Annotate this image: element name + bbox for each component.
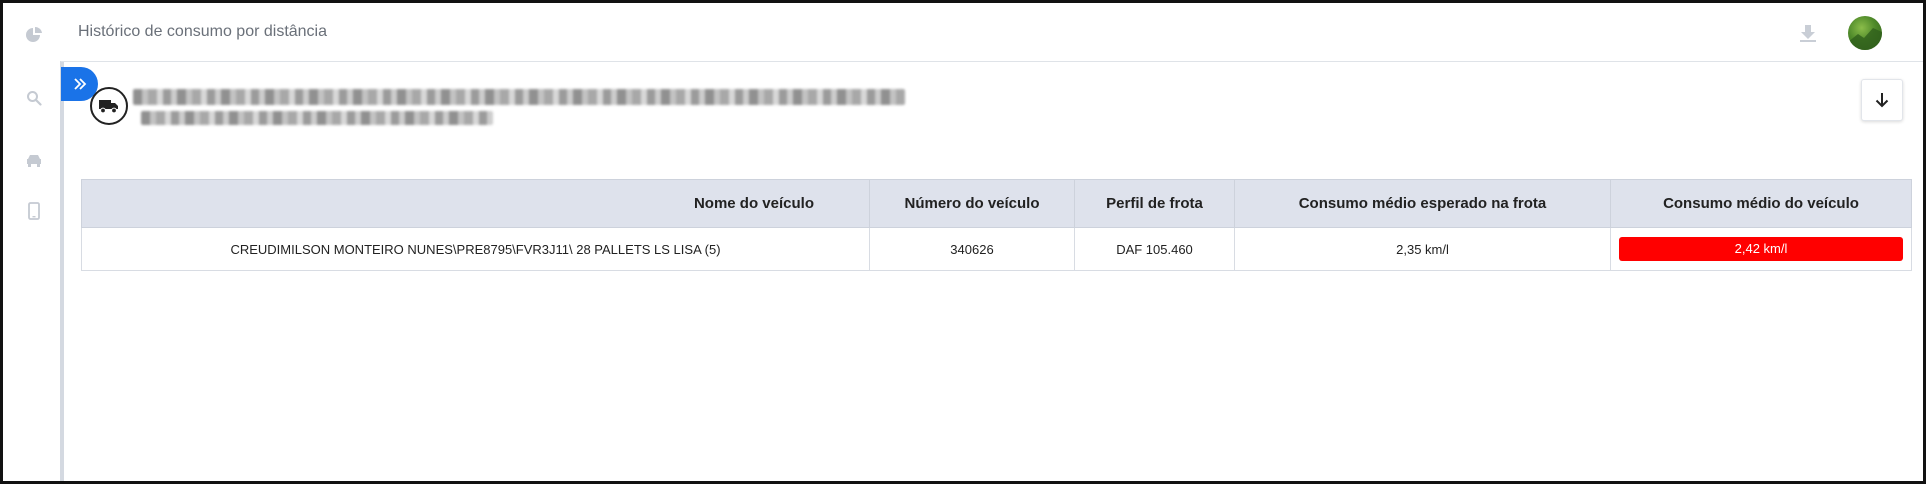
consumption-alert-badge: 2,42 km/l <box>1619 237 1903 261</box>
sidebar-item-vehicles[interactable] <box>17 143 51 177</box>
double-chevron-right-icon <box>73 78 86 90</box>
redacted-vehicle-subtitle <box>141 111 493 125</box>
car-icon <box>27 155 41 167</box>
sidebar-item-devices[interactable] <box>17 194 51 228</box>
arrow-down-icon <box>1875 93 1889 108</box>
column-header-numero[interactable]: Número do veículo <box>869 179 1075 228</box>
download-button[interactable] <box>1794 19 1822 47</box>
column-header-perfil[interactable]: Perfil de frota <box>1074 179 1235 228</box>
redacted-vehicle-title <box>133 89 905 105</box>
column-header-nome[interactable]: Nome do veículo <box>81 179 870 228</box>
cell-fleet-profile: DAF 105.460 <box>1074 227 1235 271</box>
column-header-esperado[interactable]: Consumo médio esperado na frota <box>1234 179 1611 228</box>
cell-expected-consumption: 2,35 km/l <box>1234 227 1611 271</box>
avatar[interactable] <box>1848 16 1882 50</box>
page-title: Histórico de consumo por distância <box>78 23 328 40</box>
truck-icon <box>99 100 118 114</box>
sidebar-item-search[interactable] <box>17 81 51 115</box>
export-button[interactable] <box>1861 79 1903 121</box>
column-header-consumo[interactable]: Consumo médio do veículo <box>1610 179 1912 228</box>
search-icon <box>27 91 42 106</box>
cell-vehicle-consumption: 2,42 km/l <box>1610 227 1912 271</box>
table-header-row: Nome do veículo Número do veículo Perfil… <box>81 179 1912 228</box>
vehicle-avatar <box>90 87 128 125</box>
cell-vehicle-number: 340626 <box>869 227 1075 271</box>
pie-chart-icon <box>26 26 42 42</box>
top-bar: Histórico de consumo por distância <box>61 3 1923 62</box>
mobile-phone-icon <box>28 202 40 220</box>
table-row[interactable]: CREUDIMILSON MONTEIRO NUNES\PRE8795\FVR3… <box>81 227 1912 271</box>
cell-vehicle-name: CREUDIMILSON MONTEIRO NUNES\PRE8795\FVR3… <box>81 227 870 271</box>
sidebar-divider <box>60 61 64 481</box>
sidebar-item-dashboard[interactable] <box>17 18 51 52</box>
sidebar <box>3 3 64 481</box>
download-icon <box>1800 25 1816 42</box>
app-window: Histórico de consumo por distância Nome … <box>0 0 1926 484</box>
avatar-image-icon <box>1848 28 1882 50</box>
consumption-table: Nome do veículo Número do veículo Perfil… <box>81 179 1912 271</box>
